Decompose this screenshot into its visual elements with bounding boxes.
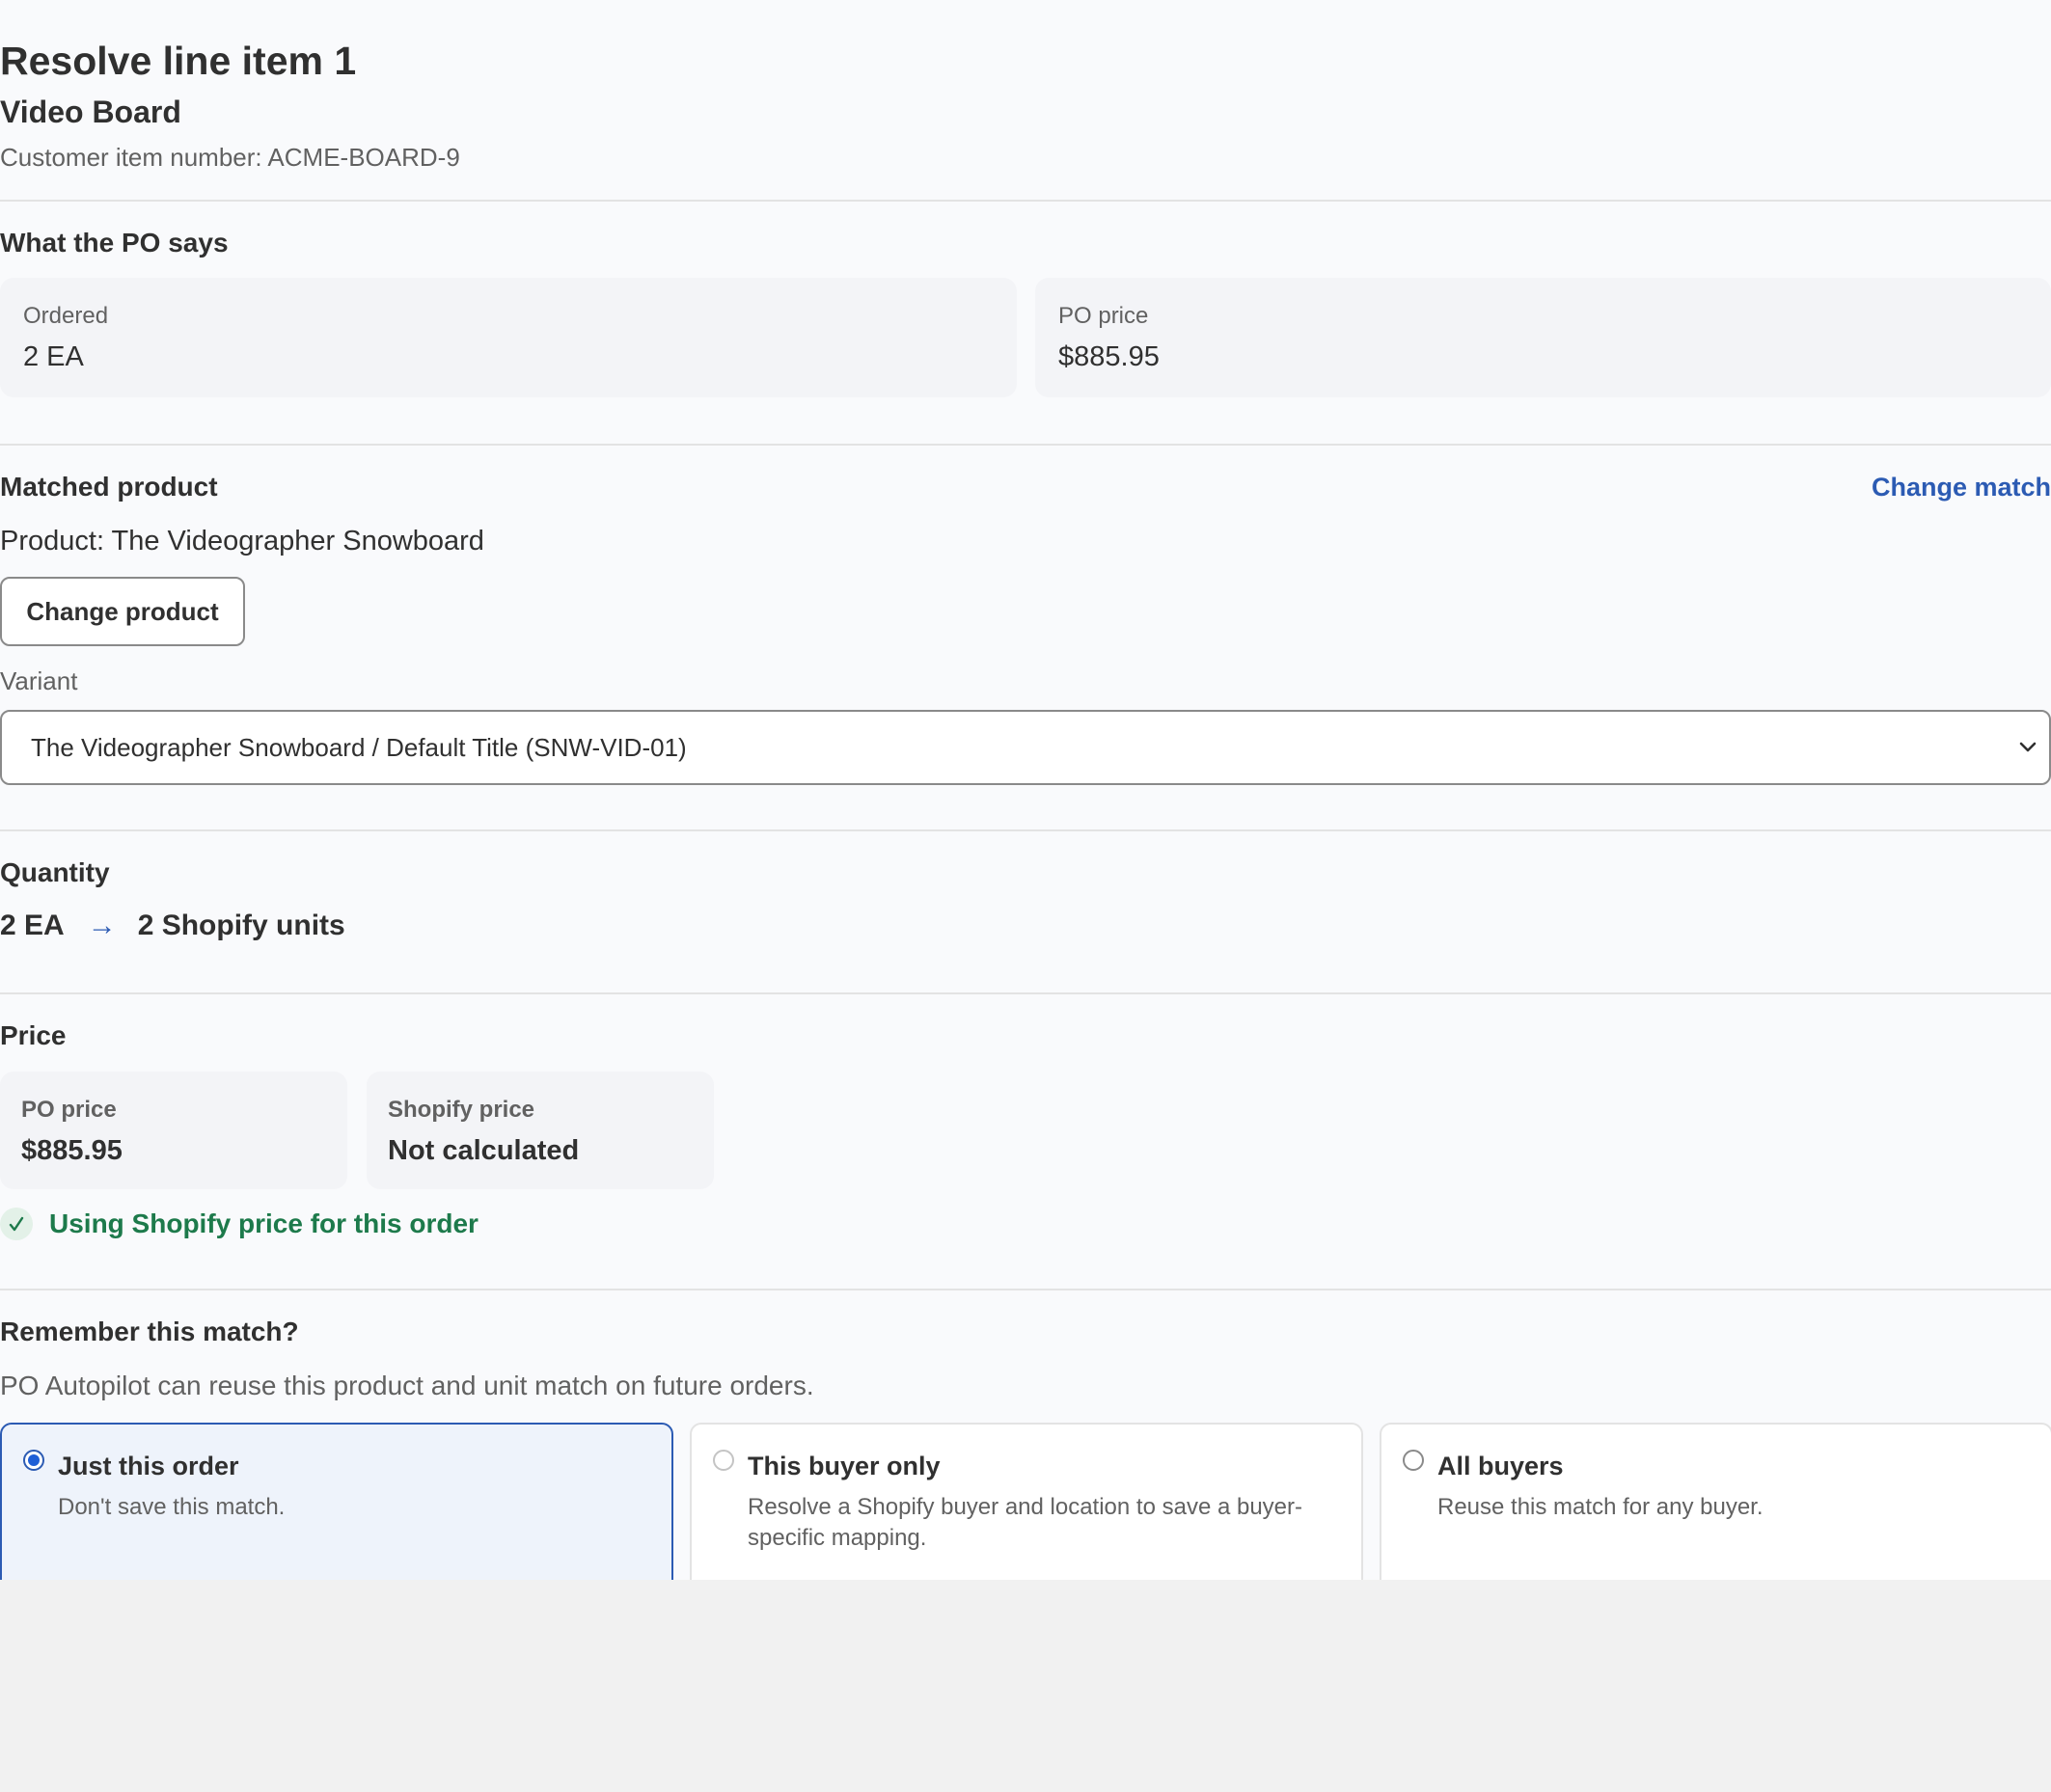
radio-this-buyer-only[interactable] xyxy=(713,1450,734,1471)
option-this-buyer-only[interactable]: This buyer only Resolve a Shopify buyer … xyxy=(690,1423,1363,1580)
option-description: Reuse this match for any buyer. xyxy=(1437,1494,1764,1520)
variant-label: Variant xyxy=(0,666,78,695)
divider xyxy=(0,444,2051,446)
change-product-button[interactable]: Change product xyxy=(0,577,245,646)
po-price-compare-card: PO price $885.95 xyxy=(0,1072,347,1189)
ordered-label: Ordered xyxy=(23,303,109,329)
option-description: Resolve a Shopify buyer and location to … xyxy=(748,1494,1303,1551)
variant-select[interactable]: The Videographer Snowboard / Default Tit… xyxy=(0,710,2051,785)
checkmark-icon xyxy=(0,1208,33,1240)
po-price-card: PO price $885.95 xyxy=(1035,278,2051,397)
chevron-down-icon xyxy=(2014,733,2041,760)
option-all-buyers[interactable]: All buyers Reuse this match for any buye… xyxy=(1380,1423,2051,1580)
radio-just-this-order[interactable] xyxy=(23,1450,44,1471)
po-price-label: PO price xyxy=(1058,303,1149,329)
ordered-value: 2 EA xyxy=(23,341,84,372)
divider xyxy=(0,200,2051,202)
po-ordered-card: Ordered 2 EA xyxy=(0,278,1017,397)
po-price-compare-value: $885.95 xyxy=(21,1135,123,1166)
shopify-price-value: Not calculated xyxy=(388,1135,580,1166)
shopify-price-label: Shopify price xyxy=(388,1097,535,1123)
resolve-line-item-panel: Resolve line item 1 Video Board Customer… xyxy=(0,0,2051,1580)
price-title: Price xyxy=(0,1020,67,1050)
remember-title: Remember this match? xyxy=(0,1317,299,1346)
quantity-conversion: 2 EA → 2 Shopify units xyxy=(0,910,345,942)
po-price-value: $885.95 xyxy=(1058,341,1160,372)
divider xyxy=(0,1289,2051,1290)
option-just-this-order[interactable]: Just this order Don't save this match. xyxy=(0,1423,673,1580)
page-title: Resolve line item 1 xyxy=(0,39,357,83)
price-status-text: Using Shopify price for this order xyxy=(49,1208,479,1238)
shopify-price-card: Shopify price Not calculated xyxy=(367,1072,714,1189)
arrow-right-icon: → xyxy=(87,910,117,941)
divider xyxy=(0,992,2051,994)
radio-all-buyers[interactable] xyxy=(1403,1450,1424,1471)
variant-select-value: The Videographer Snowboard / Default Tit… xyxy=(31,732,687,762)
option-description: Don't save this match. xyxy=(58,1494,286,1520)
change-match-link[interactable]: Change match xyxy=(1872,473,2051,502)
option-title: Just this order xyxy=(58,1452,239,1480)
price-status: Using Shopify price for this order xyxy=(0,1208,479,1240)
matched-product-title: Matched product xyxy=(0,472,218,502)
divider xyxy=(0,829,2051,831)
option-title: All buyers xyxy=(1437,1452,1564,1480)
item-name: Video Board xyxy=(0,95,181,129)
remember-description: PO Autopilot can reuse this product and … xyxy=(0,1371,814,1400)
po-section-title: What the PO says xyxy=(0,228,229,258)
customer-item-number: Customer item number: ACME-BOARD-9 xyxy=(0,143,460,172)
matched-product-name: Product: The Videographer Snowboard xyxy=(0,526,484,557)
option-title: This buyer only xyxy=(748,1452,941,1480)
po-price-compare-label: PO price xyxy=(21,1097,117,1123)
quantity-to: 2 Shopify units xyxy=(137,910,345,941)
quantity-from: 2 EA xyxy=(0,910,65,941)
quantity-title: Quantity xyxy=(0,857,110,887)
